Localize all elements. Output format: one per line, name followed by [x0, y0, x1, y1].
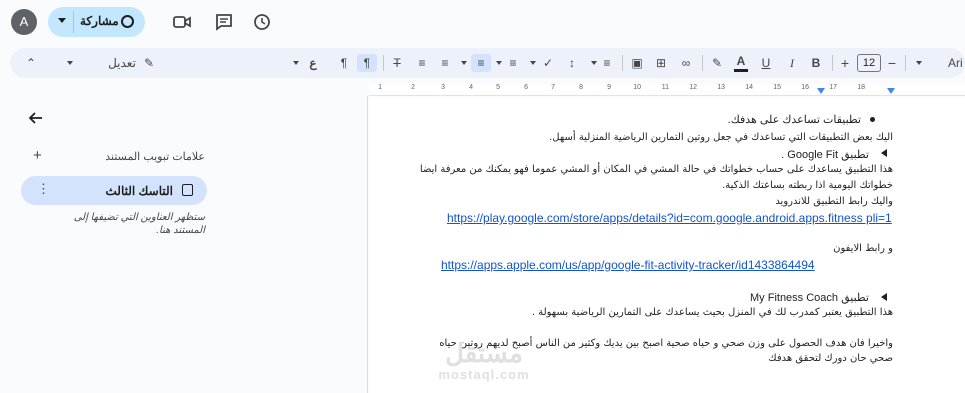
ruler-tick: 14 [745, 84, 753, 91]
increase-font-size-icon[interactable]: + [839, 54, 851, 72]
doc-paragraph[interactable]: اليك بعض التطبيقات التي تساعدك في جعل رو… [549, 132, 893, 143]
toolbar-divider [702, 55, 703, 71]
document-page[interactable]: تطبيقات تساعدك على هدفك. اليك بعض التطبي… [369, 97, 965, 393]
doc-paragraph[interactable]: خطواتك اليومية اذا ربطته بساعتك الذكية. [722, 180, 893, 191]
watermark-arabic: مستقل [445, 338, 523, 368]
highlight-color-icon[interactable]: ✎ [710, 54, 724, 72]
numbered-list-icon[interactable]: ≡ [506, 54, 520, 72]
underline-button[interactable]: U [760, 54, 772, 72]
ruler-tick: 10 [633, 84, 641, 91]
font-family-select[interactable]: Ari [948, 54, 965, 72]
ruler-tick: 5 [496, 84, 500, 91]
first-line-indent-marker[interactable] [887, 88, 895, 94]
share-label: مشاركة [80, 14, 119, 28]
checklist-icon[interactable]: ✓ [540, 54, 556, 72]
ruler[interactable]: 1 2 3 4 5 6 7 8 9 10 11 12 13 14 15 16 1… [369, 84, 965, 96]
text-color-icon[interactable]: A [734, 54, 748, 72]
insert-link-icon[interactable]: ∞ [678, 54, 694, 72]
add-tab-button[interactable]: + [33, 147, 42, 164]
ruler-tick: 18 [857, 84, 865, 91]
bullet-dot [870, 117, 875, 122]
ruler-tick: 4 [469, 84, 473, 91]
toolbar-divider [832, 55, 833, 71]
document-icon [182, 184, 193, 196]
meet-icon[interactable] [172, 12, 192, 32]
document-tabs-panel: + علامات تبويب المستند ⋮ التاسك الثالث س… [8, 96, 368, 393]
doc-paragraph[interactable]: صحي حان دورك لتحقق هدفك [768, 353, 893, 364]
ruler-tick: 17 [829, 84, 837, 91]
globe-icon [121, 15, 134, 28]
ruler-tick: 9 [607, 84, 611, 91]
back-arrow-icon[interactable] [28, 110, 44, 126]
clear-formatting-icon[interactable]: T [390, 54, 404, 72]
outdent-icon[interactable]: ≡ [438, 54, 452, 72]
ruler-tick: 12 [689, 84, 697, 91]
doc-paragraph[interactable]: و رابط الايفون [833, 243, 893, 254]
ruler-tick: 13 [717, 84, 725, 91]
decrease-font-size-icon[interactable]: − [886, 54, 898, 72]
toolbar-divider [622, 55, 623, 71]
formatting-toolbar: ⌃ تعديل ✎ ع ¶ ¶ T ≡ ≡ ≡ ≡ ✓ ↕ ≡ ▣ ⊞ ∞ ✎ … [10, 48, 965, 78]
chevron-down-icon[interactable] [58, 18, 66, 23]
history-icon[interactable] [252, 12, 272, 32]
doc-heading[interactable]: تطبيقات تساعدك على هدفك. [728, 113, 861, 126]
ruler-tick: 7 [551, 84, 555, 91]
comment-icon[interactable] [214, 12, 234, 32]
input-tools-button[interactable]: ع [307, 54, 319, 72]
checklist-caret[interactable] [530, 61, 536, 65]
android-link[interactable]: https://play.google.com/store/apps/detai… [447, 211, 892, 225]
share-button[interactable]: مشاركة [48, 7, 145, 37]
doc-paragraph[interactable]: هذا التطبيق يعتبر كمدرب لك في المنزل بحي… [532, 307, 893, 318]
ruler-tick: 3 [441, 84, 445, 91]
doc-subheading[interactable]: تطبيق Google Fit . [781, 148, 869, 161]
bulleted-list-caret[interactable] [496, 61, 502, 65]
ltr-direction-icon[interactable]: ¶ [337, 54, 351, 72]
iphone-link[interactable]: https://apps.apple.com/us/app/google-fit… [441, 258, 815, 272]
doc-subheading[interactable]: تطبيق My Fitness Coach [750, 291, 869, 304]
indent-icon[interactable]: ≡ [415, 54, 429, 72]
line-spacing-icon[interactable]: ↕ [565, 54, 579, 72]
pencil-icon[interactable]: ✎ [142, 54, 156, 72]
rtl-direction-icon[interactable]: ¶ [357, 54, 377, 72]
watermark-logo: مستقل mostaql.com [429, 338, 539, 386]
right-indent-marker[interactable] [817, 88, 825, 94]
doc-paragraph[interactable]: واليك رابط التطبيق للاندرويد [775, 196, 893, 207]
align-caret[interactable] [591, 61, 597, 65]
ltr-dropdown-caret[interactable] [293, 61, 299, 65]
mode-label[interactable]: تعديل [106, 54, 138, 72]
italic-button[interactable]: I [786, 54, 798, 72]
share-divider [73, 11, 74, 33]
toolbar-divider [383, 55, 384, 71]
font-size-input[interactable]: 12 [857, 54, 881, 72]
font-dropdown-caret[interactable] [916, 61, 922, 65]
bulleted-list-icon[interactable]: ≡ [471, 54, 491, 72]
bold-button[interactable]: B [810, 54, 822, 72]
toolbar-divider [905, 55, 906, 71]
bullet-arrow [881, 293, 887, 301]
watermark-latin: mostaql.com [438, 367, 530, 382]
tabs-panel-title: علامات تبويب المستند [105, 151, 205, 163]
ruler-tick: 11 [661, 84, 669, 91]
top-bar: A مشاركة [0, 0, 965, 44]
ruler-tick: 2 [411, 84, 415, 91]
mode-dropdown-caret[interactable] [67, 61, 73, 65]
outline-hint: ستظهر العناوين التي تضيفها إلى المستند ه… [73, 212, 205, 236]
numbered-list-caret[interactable] [461, 61, 467, 65]
ruler-tick: 16 [801, 84, 809, 91]
doc-paragraph[interactable]: هذا التطبيق يساعدك على حساب خطواتك في حا… [420, 164, 893, 175]
tab-item-selected[interactable]: ⋮ التاسك الثالث [21, 176, 207, 205]
account-avatar[interactable]: A [11, 9, 37, 35]
ruler-tick: 1 [378, 84, 382, 91]
insert-comment-icon[interactable]: ⊞ [654, 54, 668, 72]
ruler-tick: 8 [579, 84, 583, 91]
ruler-tick: 15 [773, 84, 781, 91]
bullet-arrow [881, 149, 887, 157]
chevron-up-icon[interactable]: ⌃ [24, 54, 38, 72]
more-options-icon[interactable]: ⋮ [37, 181, 50, 197]
insert-image-icon[interactable]: ▣ [630, 54, 644, 72]
align-right-icon[interactable]: ≡ [600, 54, 614, 72]
ruler-tick: 6 [524, 84, 528, 91]
tab-name: التاسك الثالث [105, 184, 173, 198]
